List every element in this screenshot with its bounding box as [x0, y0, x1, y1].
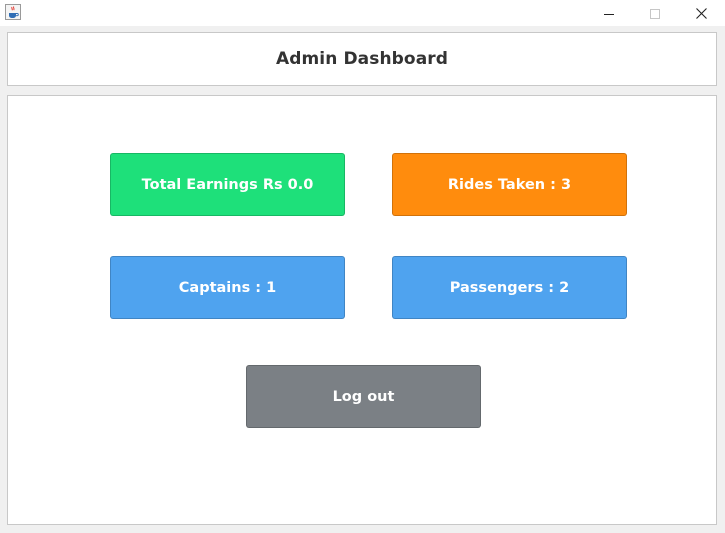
header-panel: Admin Dashboard	[7, 32, 717, 86]
logout-label: Log out	[332, 388, 395, 405]
dashboard-panel: Total Earnings Rs 0.0 Rides Taken : 3 Ca…	[7, 95, 717, 525]
logout-button[interactable]: Log out	[246, 365, 481, 428]
passengers-button[interactable]: Passengers : 2	[392, 256, 627, 319]
rides-taken-label: Rides Taken : 3	[447, 176, 572, 193]
content-pane: Admin Dashboard Total Earnings Rs 0.0 Ri…	[0, 26, 725, 533]
page-title: Admin Dashboard	[275, 49, 449, 69]
app-window: Admin Dashboard Total Earnings Rs 0.0 Ri…	[0, 0, 725, 533]
captains-button[interactable]: Captains : 1	[110, 256, 345, 319]
minimize-icon	[604, 4, 614, 23]
passengers-label: Passengers : 2	[449, 279, 570, 296]
maximize-button[interactable]	[632, 0, 678, 26]
java-cup-icon[interactable]	[5, 4, 21, 20]
close-button[interactable]	[678, 0, 724, 26]
rides-taken-button[interactable]: Rides Taken : 3	[392, 153, 627, 216]
captains-label: Captains : 1	[178, 279, 277, 296]
maximize-icon	[650, 4, 660, 23]
title-bar[interactable]	[0, 0, 725, 26]
minimize-button[interactable]	[586, 0, 632, 26]
total-earnings-label: Total Earnings Rs 0.0	[141, 176, 314, 193]
total-earnings-button[interactable]: Total Earnings Rs 0.0	[110, 153, 345, 216]
close-icon	[695, 4, 707, 23]
